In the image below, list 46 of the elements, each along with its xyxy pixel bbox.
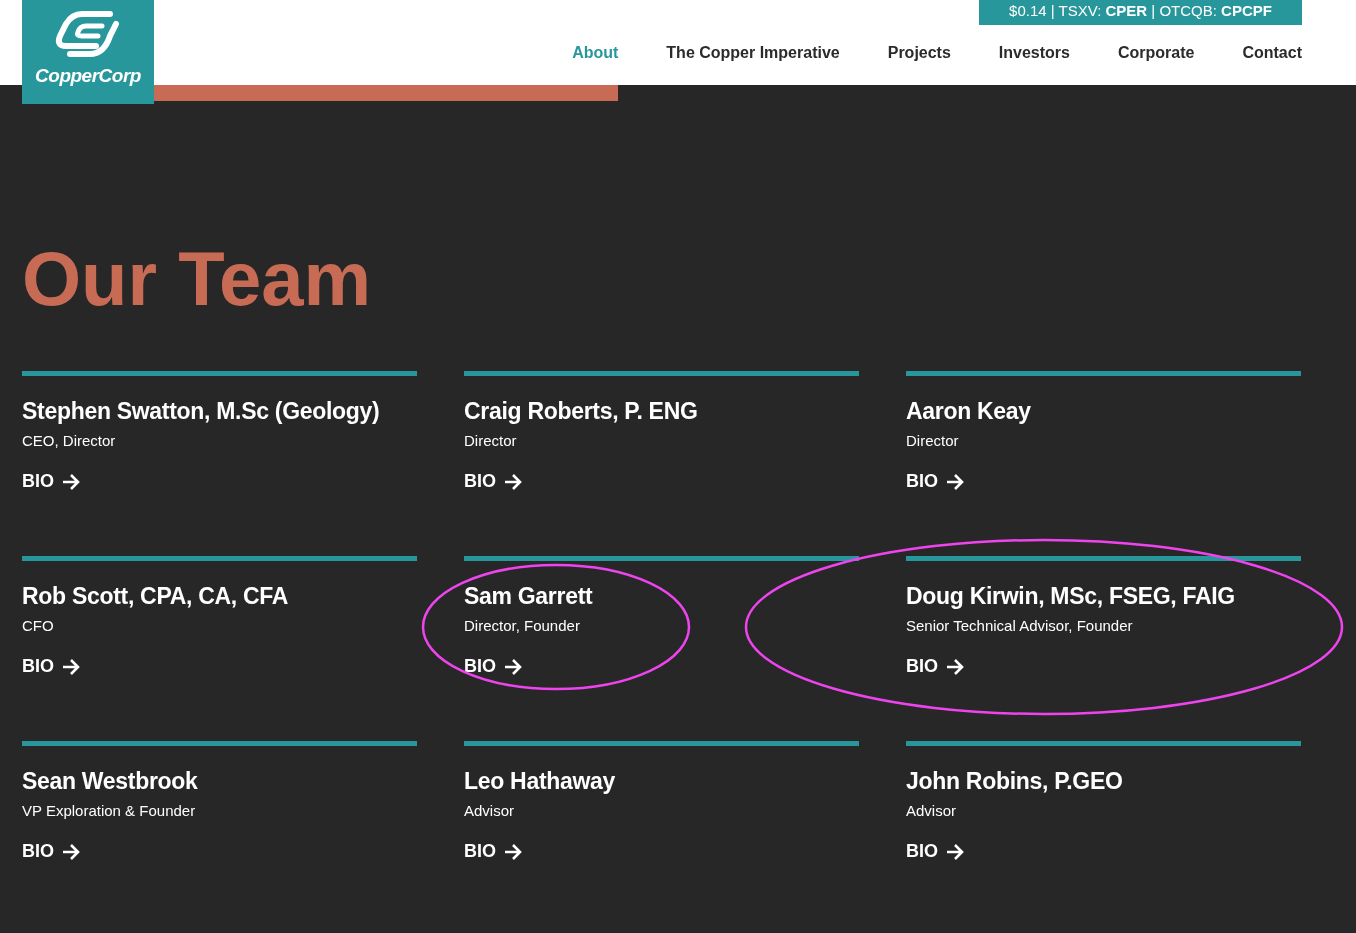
- arrow-icon: [504, 473, 522, 490]
- bio-link[interactable]: BIO: [464, 656, 522, 677]
- member-role: Director, Founder: [464, 617, 581, 634]
- member-name: Aaron Keay: [906, 398, 1031, 425]
- member-role: CFO: [22, 617, 55, 634]
- nav-link[interactable]: Projects: [887, 44, 951, 62]
- member-role: Senior Technical Advisor, Founder: [906, 617, 1134, 634]
- arrow-icon: [504, 658, 522, 675]
- bio-link[interactable]: BIO: [906, 841, 964, 862]
- nav-link[interactable]: The Copper Imperative: [666, 44, 840, 62]
- nav-link[interactable]: Contact: [1242, 44, 1302, 62]
- nav-link[interactable]: About: [572, 44, 619, 62]
- page-heading: Our Team: [22, 239, 373, 319]
- bio-link[interactable]: BIO: [906, 471, 964, 492]
- arrow-icon: [62, 473, 80, 490]
- arrow-icon: [62, 843, 80, 860]
- member-name: Doug Kirwin, MSc, FSEG, FAIG: [906, 583, 1235, 610]
- logo[interactable]: CopperCorp: [22, 0, 154, 104]
- member-name: John Robins, P.GEO: [906, 768, 1123, 795]
- bio-link[interactable]: BIO: [906, 656, 964, 677]
- arrow-icon: [946, 658, 964, 675]
- member-role: VP Exploration & Founder: [22, 802, 197, 819]
- member-name: Rob Scott, CPA, CA, CFA: [22, 583, 289, 610]
- member-name: Stephen Swatton, M.Sc (Geology): [22, 398, 380, 425]
- member-role: Advisor: [464, 802, 516, 819]
- nav-link[interactable]: Corporate: [1118, 44, 1195, 62]
- bio-link[interactable]: BIO: [22, 656, 80, 677]
- logo-text: CopperCorp: [35, 65, 141, 87]
- arrow-icon: [946, 843, 964, 860]
- member-name: Leo Hathaway: [464, 768, 616, 795]
- arrow-icon: [62, 658, 80, 675]
- stock-ticker: $0.14 | TSXV: CPER | OTCQB: CPCPF: [979, 0, 1302, 25]
- member-name: Craig Roberts, P. ENG: [464, 398, 698, 425]
- arrow-icon: [946, 473, 964, 490]
- member-role: CEO, Director: [22, 432, 117, 449]
- bio-link[interactable]: BIO: [464, 471, 522, 492]
- bio-link[interactable]: BIO: [464, 841, 522, 862]
- arrow-icon: [504, 843, 522, 860]
- nav-link[interactable]: Investors: [998, 44, 1070, 62]
- bio-link[interactable]: BIO: [22, 841, 80, 862]
- member-role: Advisor: [906, 802, 958, 819]
- member-name: Sam Garrett: [464, 583, 593, 610]
- member-role: Director: [464, 432, 518, 449]
- member-role: Director: [906, 432, 960, 449]
- bio-link[interactable]: BIO: [22, 471, 80, 492]
- member-name: Sean Westbrook: [22, 768, 198, 795]
